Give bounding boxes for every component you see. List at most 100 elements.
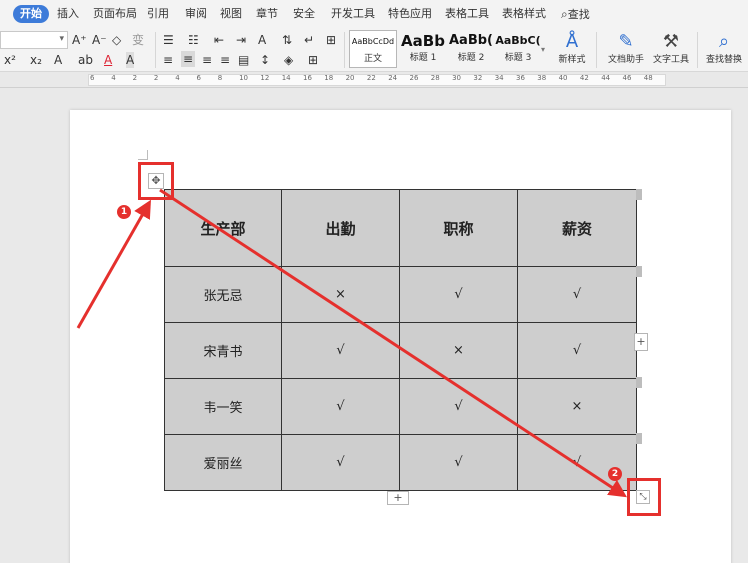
table-cell[interactable]: × — [399, 322, 518, 379]
tab-developer[interactable]: 开发工具 — [331, 5, 375, 23]
tab-chapter[interactable]: 章节 — [256, 5, 278, 23]
ruler-tick-label: 34 — [494, 74, 504, 82]
align-left-icon[interactable]: ≡ — [163, 52, 173, 68]
ribbon-toolbar: ▾ A⁺ A⁻ ◇ 变 x² x₂ A ab A A ☰ ☷ ⇤ ⇥ A ⇅ ↵… — [0, 28, 748, 72]
numbering-icon[interactable]: ☷ — [188, 32, 199, 48]
distribute-icon[interactable]: ▤ — [238, 52, 249, 68]
line-spacing-icon[interactable]: ↕ — [260, 52, 270, 68]
table-cell[interactable]: √ — [517, 322, 637, 379]
tab-review[interactable]: 审阅 — [185, 5, 207, 23]
ruler-tick-label: 6 — [90, 74, 95, 82]
table-cell[interactable]: √ — [281, 322, 400, 379]
subscript-button[interactable]: x₂ — [30, 52, 42, 68]
row-end-marker — [636, 266, 642, 277]
tab-page-layout[interactable]: 页面布局 — [93, 5, 137, 23]
magnifier-icon: ⌕ — [561, 7, 568, 21]
ruler-tick-label: 24 — [388, 74, 398, 82]
table-cell[interactable]: 张无忌 — [164, 266, 282, 323]
borders-icon[interactable]: ⊞ — [308, 52, 318, 68]
table-row: 韦一笑 √ √ × — [164, 378, 637, 435]
text-tools-button[interactable]: ⚒ 文字工具 — [645, 30, 697, 70]
table-cell[interactable]: × — [517, 378, 637, 435]
table-cell[interactable]: 韦一笑 — [164, 378, 282, 435]
data-table[interactable]: 生产部 出勤 职称 薪资 张无忌 × √ √ 宋青书 √ × √ 韦一笑 √ √… — [164, 189, 637, 491]
decrease-indent-icon[interactable]: ⇤ — [214, 32, 224, 48]
add-column-button[interactable]: + — [634, 333, 648, 351]
justify-icon[interactable]: ≡ — [220, 52, 230, 68]
highlight-button[interactable]: ab — [78, 52, 93, 68]
table-cell[interactable]: √ — [517, 266, 637, 323]
superscript-button[interactable]: x² — [4, 52, 16, 68]
header-cell[interactable]: 薪资 — [517, 189, 637, 267]
gallery-more-icon[interactable]: ▾ — [541, 42, 545, 58]
sort-icon[interactable]: ⇅ — [282, 32, 292, 48]
table-cell[interactable]: 宋青书 — [164, 322, 282, 379]
align-center-icon[interactable]: ≡ — [181, 51, 196, 67]
table-cell[interactable]: √ — [281, 378, 400, 435]
search-tab[interactable]: ⌕查找 — [561, 5, 590, 23]
ruler-tick-label: 38 — [537, 74, 547, 82]
tab-references[interactable]: 引用 — [147, 5, 169, 23]
font-color-button[interactable]: A — [104, 52, 112, 68]
clear-format-icon[interactable]: ◇ — [112, 32, 121, 48]
tab-home[interactable]: 开始 — [13, 5, 49, 23]
new-style-icon: Å — [565, 31, 579, 52]
separator — [697, 32, 698, 68]
horizontal-ruler[interactable]: 6 4 2 2 4 6 8 10 12 14 16 18 20 22 24 26 28 30 32 34 36 38 40 4… — [0, 72, 748, 88]
text-effect-button[interactable]: A — [54, 52, 62, 68]
phonetic-guide-button[interactable]: 变 — [132, 32, 144, 48]
table-cell[interactable]: 爱丽丝 — [164, 434, 282, 491]
font-size-select[interactable]: ▾ — [0, 31, 68, 49]
add-row-button[interactable]: + — [387, 491, 409, 505]
separator — [344, 32, 345, 68]
ruler-tick-label: 2 — [132, 74, 138, 82]
ruler-tick-label: 26 — [409, 74, 419, 82]
tab-table-tools[interactable]: 表格工具 — [445, 5, 489, 23]
style-heading-2[interactable]: AaBb( 标题 2 — [447, 30, 495, 68]
table-cell[interactable]: √ — [399, 378, 518, 435]
find-replace-button[interactable]: ⌕ 查找替换 — [700, 30, 748, 70]
style-sample: AaBbCcDd — [351, 37, 395, 46]
new-style-button[interactable]: Å 新样式 — [546, 30, 598, 70]
header-cell[interactable]: 出勤 — [281, 189, 400, 267]
table-cell[interactable]: × — [281, 266, 400, 323]
header-cell[interactable]: 生产部 — [164, 189, 282, 267]
row-end-marker — [636, 189, 642, 200]
shading-icon[interactable]: ◈ — [284, 52, 293, 68]
tab-security[interactable]: 安全 — [293, 5, 315, 23]
table-cell[interactable]: √ — [517, 434, 637, 491]
tab-special-apps[interactable]: 特色应用 — [388, 5, 432, 23]
row-end-marker — [636, 377, 642, 388]
ribbon-tabs: 开始 插入 页面布局 引用 审阅 视图 章节 安全 开发工具 特色应用 表格工具… — [0, 0, 748, 28]
table-cell[interactable]: √ — [399, 434, 518, 491]
style-normal[interactable]: AaBbCcDd 正文 — [349, 30, 397, 68]
table-cell[interactable]: √ — [281, 434, 400, 491]
style-heading-1[interactable]: AaBb 标题 1 — [399, 30, 447, 68]
chevron-down-icon: ▾ — [59, 34, 64, 44]
style-name: 标题 3 — [504, 53, 532, 63]
tab-table-style[interactable]: 表格样式 — [502, 5, 546, 23]
chinese-layout-icon[interactable]: A — [258, 32, 266, 48]
shrink-font-button[interactable]: A⁻ — [92, 32, 107, 48]
align-right-icon[interactable]: ≡ — [202, 52, 212, 68]
show-marks-icon[interactable]: ↵ — [304, 32, 314, 48]
bullets-icon[interactable]: ☰ — [163, 32, 174, 48]
table-insert-icon[interactable]: ⊞ — [326, 32, 336, 48]
new-style-label: 新样式 — [558, 55, 586, 65]
table-cell[interactable]: √ — [399, 266, 518, 323]
wrench-icon: ⚒ — [662, 31, 680, 52]
increase-indent-icon[interactable]: ⇥ — [236, 32, 246, 48]
tab-view[interactable]: 视图 — [220, 5, 242, 23]
char-shading-button[interactable]: A — [126, 52, 135, 68]
grow-font-button[interactable]: A⁺ — [72, 32, 87, 48]
ruler-tick-label: 2 — [153, 74, 159, 82]
tab-insert[interactable]: 插入 — [57, 5, 79, 23]
separator — [155, 32, 156, 68]
ruler-tick-label: 40 — [558, 74, 568, 82]
style-heading-3[interactable]: AaBbC( 标题 3 — [495, 30, 541, 68]
header-cell[interactable]: 职称 — [399, 189, 518, 267]
style-sample: AaBb — [401, 32, 445, 50]
style-sample: AaBbC( — [495, 34, 541, 47]
ruler-tick-label: 32 — [473, 74, 483, 82]
step-badge-1: 1 — [117, 205, 131, 219]
